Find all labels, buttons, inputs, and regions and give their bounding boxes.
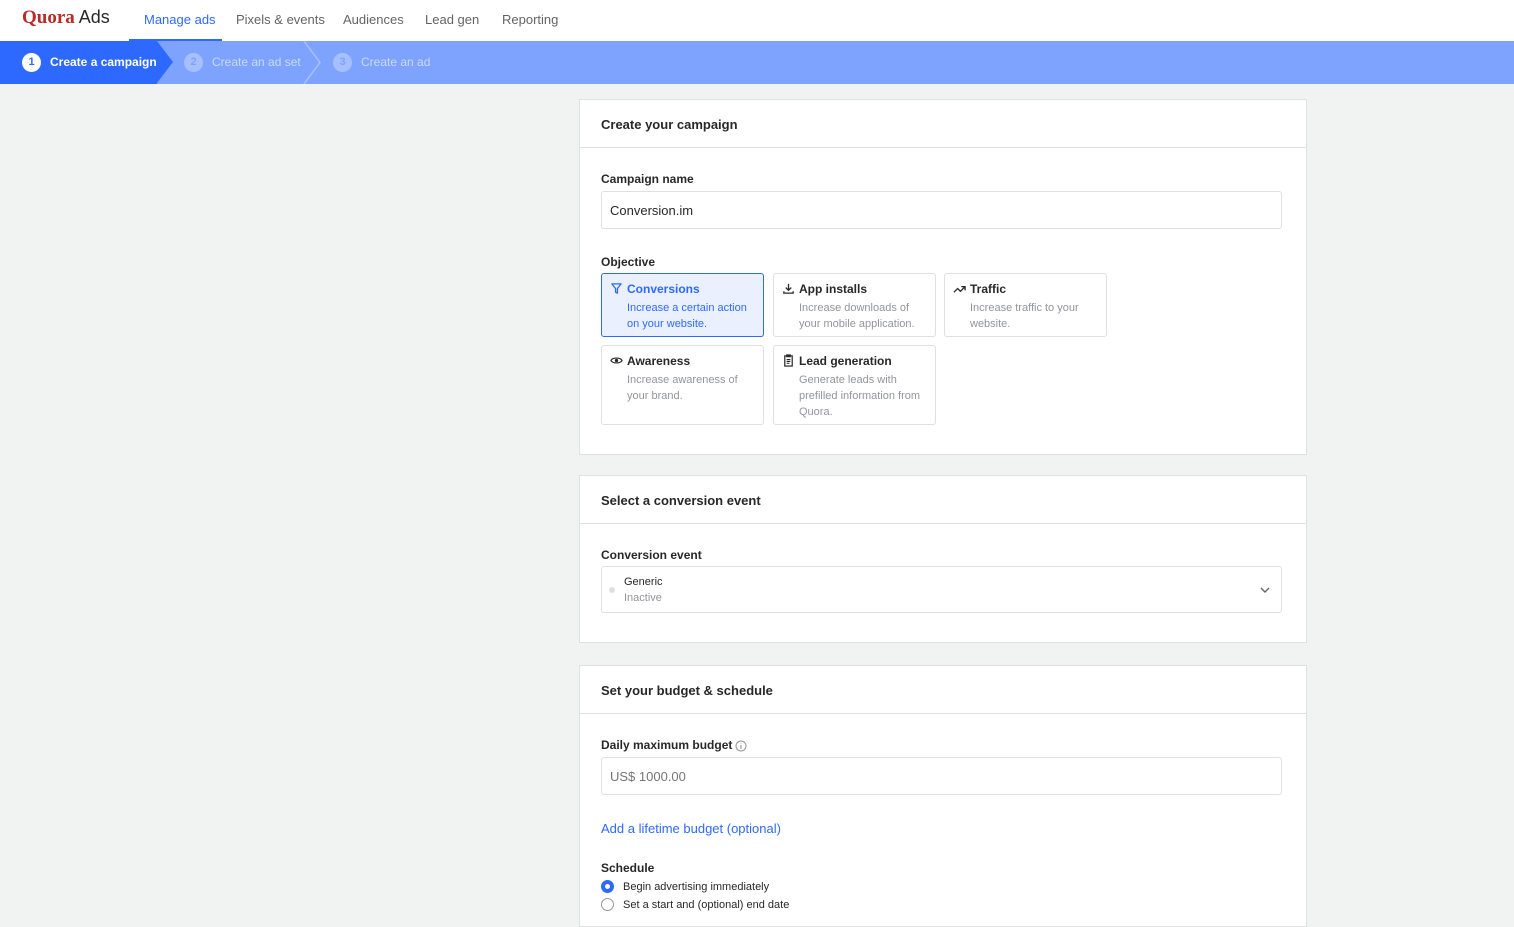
step-1-label: Create a campaign: [50, 55, 157, 69]
card-header: Select a conversion event: [580, 476, 1306, 524]
objective-description: Increase traffic to your website.: [970, 302, 1079, 330]
nav-manage-ads[interactable]: Manage ads: [144, 12, 216, 27]
conversion-event-label: Conversion event: [601, 548, 702, 562]
objective-description: Increase downloads of your mobile applic…: [799, 302, 915, 330]
objective-label: Objective: [601, 255, 656, 269]
top-navigation: Quora Ads Manage ads Pixels & events Audi…: [0, 0, 1514, 42]
card-header: Set your budget & schedule: [580, 666, 1306, 714]
objective-title: Conversions: [627, 282, 700, 296]
nav-audiences[interactable]: Audiences: [343, 12, 404, 27]
card-header: Create your campaign: [580, 100, 1306, 148]
create-campaign-card: Create your campaign Campaign name Conve…: [579, 99, 1307, 455]
objective-title: Awareness: [627, 354, 691, 368]
nav-pixels-events[interactable]: Pixels & events: [236, 12, 325, 27]
schedule-immediately-radio[interactable]: [601, 880, 614, 893]
schedule-dates-label[interactable]: Set a start and (optional) end date: [623, 899, 789, 911]
step-1-arrow: [157, 41, 173, 83]
objective-traffic[interactable]: Traffic Increase traffic to your website…: [944, 273, 1107, 337]
objective-awareness[interactable]: Awareness Increase awareness of your bra…: [601, 345, 764, 425]
objective-description: Increase awareness of your brand.: [627, 374, 738, 402]
step-2-number: 2: [184, 53, 203, 72]
campaign-name-input[interactable]: Conversion.im: [601, 191, 1282, 229]
nav-lead-gen[interactable]: Lead gen: [425, 12, 479, 27]
daily-budget-input[interactable]: [601, 757, 1282, 795]
objective-lead-generation[interactable]: Lead generation Generate leads with pref…: [773, 345, 936, 425]
objective-description: Generate leads with prefilled informatio…: [799, 374, 921, 418]
objective-title: App installs: [799, 282, 868, 296]
card-title: Set your budget & schedule: [601, 683, 773, 698]
chevron-down-icon: [1260, 587, 1270, 593]
objective-title: Lead generation: [799, 354, 892, 368]
objective-app-installs[interactable]: App installs Increase downloads of your …: [773, 273, 936, 337]
schedule-label: Schedule: [601, 861, 655, 875]
add-lifetime-budget-link[interactable]: Add a lifetime budget (optional): [601, 821, 781, 836]
objective-conversions[interactable]: Conversions Increase a certain action on…: [601, 273, 764, 337]
nav-reporting[interactable]: Reporting: [502, 12, 558, 27]
conversion-event-select[interactable]: Generic Inactive: [601, 566, 1282, 613]
eye-icon: [610, 357, 623, 364]
trending-up-icon: [953, 285, 966, 293]
brand-name: Quora: [22, 7, 75, 28]
schedule-immediately-label[interactable]: Begin advertising immediately: [623, 881, 769, 893]
step-3-label[interactable]: Create an ad: [361, 55, 430, 69]
step-separator-chevron: [303, 41, 321, 84]
brand-product: Ads: [78, 7, 110, 27]
download-icon: [783, 283, 794, 294]
funnel-icon: [611, 283, 622, 294]
card-title: Create your campaign: [601, 117, 738, 132]
selected-event-status: Inactive: [624, 592, 662, 604]
conversion-event-card: Select a conversion event Conversion eve…: [579, 475, 1307, 643]
quora-ads-logo[interactable]: Quora Ads: [22, 7, 110, 29]
status-dot: [609, 587, 615, 593]
step-2-label[interactable]: Create an ad set: [212, 55, 301, 69]
selected-event-name: Generic: [624, 576, 663, 588]
step-progress-bar: 1 Create a campaign 2 Create an ad set 3…: [0, 41, 1514, 84]
clipboard-icon: [784, 354, 793, 367]
info-icon[interactable]: [735, 740, 747, 752]
step-3-number: 3: [333, 53, 352, 72]
daily-budget-label: Daily maximum budget: [601, 738, 733, 752]
objective-title: Traffic: [970, 282, 1007, 296]
card-title: Select a conversion event: [601, 493, 761, 508]
budget-schedule-card: Set your budget & schedule Daily maximum…: [579, 665, 1307, 927]
schedule-dates-radio[interactable]: [601, 898, 614, 911]
step-1-number: 1: [22, 53, 41, 72]
objective-description: Increase a certain action on your websit…: [627, 302, 747, 330]
campaign-name-label: Campaign name: [601, 172, 694, 186]
